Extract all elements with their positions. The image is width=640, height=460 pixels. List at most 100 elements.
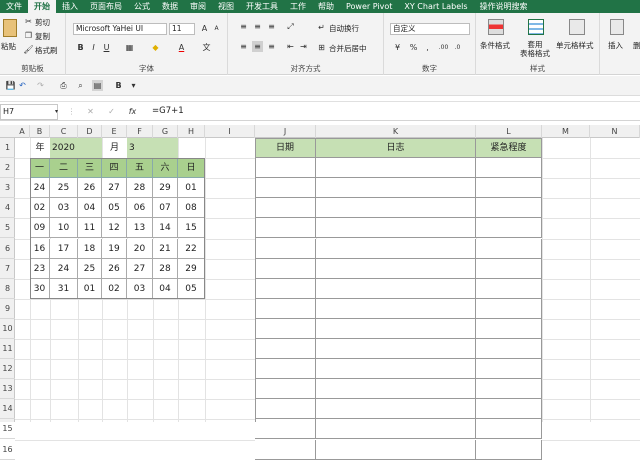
menu-tab-3[interactable]: 页面布局 xyxy=(84,0,128,13)
name-box-dropdown-icon[interactable]: ▾ xyxy=(51,106,62,117)
log-urgency-cell[interactable] xyxy=(476,339,542,360)
cut-button[interactable]: 剪切 xyxy=(35,17,50,28)
log-urgency-cell[interactable] xyxy=(476,318,542,339)
calendar-day[interactable]: 29 xyxy=(153,178,178,199)
bold-qat-button[interactable]: B xyxy=(113,80,124,91)
calendar-day[interactable]: 29 xyxy=(178,258,205,279)
calendar-day[interactable]: 09 xyxy=(30,218,50,239)
calendar-day[interactable]: 27 xyxy=(127,258,153,279)
log-date-header[interactable]: 日期 xyxy=(255,138,316,159)
log-date-cell[interactable] xyxy=(255,419,316,440)
column-header-H[interactable]: H xyxy=(178,125,205,138)
delete-cells-button[interactable]: 删 xyxy=(633,40,640,51)
column-header-J[interactable]: J xyxy=(255,125,316,138)
undo-icon[interactable]: ↶ xyxy=(17,80,28,91)
log-entry-cell[interactable] xyxy=(316,258,476,279)
calendar-day[interactable]: 21 xyxy=(153,238,178,259)
calendar-day[interactable]: 02 xyxy=(30,198,50,219)
menu-tab-7[interactable]: 视图 xyxy=(212,0,240,13)
log-urgency-cell[interactable] xyxy=(476,278,542,299)
calendar-day[interactable]: 13 xyxy=(127,218,153,239)
calendar-day[interactable]: 24 xyxy=(50,258,78,279)
log-urgency-cell[interactable] xyxy=(476,238,542,259)
align-left-icon[interactable]: ≡ xyxy=(238,41,249,52)
insert-cells-icon[interactable] xyxy=(610,19,624,35)
column-header-C[interactable]: C xyxy=(50,125,78,138)
log-date-cell[interactable] xyxy=(255,399,316,420)
weekday-header[interactable]: 三 xyxy=(78,158,102,179)
log-entry-cell[interactable] xyxy=(316,178,476,199)
menu-tab-13[interactable]: 操作说明搜索 xyxy=(474,0,534,13)
grow-font-icon[interactable]: A xyxy=(199,23,210,34)
calendar-day[interactable]: 23 xyxy=(30,258,50,279)
cell-styles-button[interactable]: 单元格样式 xyxy=(556,40,594,51)
menu-tab-11[interactable]: Power Pivot xyxy=(340,0,398,13)
print-preview-icon[interactable]: ⎙ xyxy=(58,80,69,91)
bold-button[interactable]: B xyxy=(75,42,86,53)
row-header-10[interactable]: 10 xyxy=(0,319,15,339)
merge-center-button[interactable]: 合并后居中 xyxy=(329,43,367,54)
format-painter-button[interactable]: 格式刷 xyxy=(35,45,58,56)
number-format-select[interactable]: 自定义 xyxy=(390,23,470,35)
calendar-day[interactable]: 08 xyxy=(178,198,205,219)
calendar-day[interactable]: 05 xyxy=(178,278,205,299)
log-entry-cell[interactable] xyxy=(316,218,476,239)
log-urgency-cell[interactable] xyxy=(476,178,542,199)
calendar-day[interactable]: 06 xyxy=(127,198,153,219)
formula-input[interactable]: =G7+1 xyxy=(152,106,184,116)
align-middle-icon[interactable]: ≡ xyxy=(252,21,263,32)
align-bottom-icon[interactable]: ≡ xyxy=(266,21,277,32)
column-header-B[interactable]: B xyxy=(30,125,50,138)
log-urgency-cell[interactable] xyxy=(476,258,542,279)
calendar-day[interactable]: 25 xyxy=(50,178,78,199)
row-header-15[interactable]: 15 xyxy=(0,419,15,440)
redo-icon[interactable]: ↷ xyxy=(35,80,46,91)
log-date-cell[interactable] xyxy=(255,318,316,339)
calendar-day[interactable]: 07 xyxy=(153,198,178,219)
calendar-day[interactable]: 20 xyxy=(127,238,153,259)
menu-tab-12[interactable]: XY Chart Labels xyxy=(398,0,473,13)
align-right-icon[interactable]: ≡ xyxy=(266,41,277,52)
menu-tab-4[interactable]: 公式 xyxy=(128,0,156,13)
calendar-day[interactable]: 14 xyxy=(153,218,178,239)
fill-color-icon[interactable]: ◆ xyxy=(150,42,161,53)
log-entry-header[interactable]: 日志 xyxy=(316,138,476,159)
row-header-13[interactable]: 13 xyxy=(0,379,15,400)
calendar-day[interactable]: 26 xyxy=(78,178,102,199)
log-urgency-cell[interactable] xyxy=(476,439,542,460)
calendar-day[interactable]: 25 xyxy=(78,258,102,279)
comma-style-icon[interactable]: , xyxy=(422,42,433,53)
year-label[interactable]: 年 xyxy=(30,138,50,158)
log-urgency-cell[interactable] xyxy=(476,399,542,420)
font-size-select[interactable]: 11 xyxy=(169,23,195,35)
orientation-icon[interactable]: ⤢ xyxy=(285,21,296,32)
insert-function-button[interactable]: fx xyxy=(127,106,138,117)
calendar-day[interactable]: 16 xyxy=(30,238,50,259)
font-name-select[interactable]: Microsoft YaHei UI xyxy=(73,23,167,35)
calendar-day[interactable]: 28 xyxy=(153,258,178,279)
copy-button[interactable]: 复制 xyxy=(35,31,50,42)
conditional-format-icon[interactable] xyxy=(488,19,504,35)
row-header-3[interactable]: 3 xyxy=(0,178,15,199)
menu-tab-5[interactable]: 数据 xyxy=(156,0,184,13)
border-icon[interactable]: ▦ xyxy=(124,42,135,53)
weekday-header[interactable]: 日 xyxy=(178,158,205,179)
weekday-header[interactable]: 二 xyxy=(50,158,78,179)
log-date-cell[interactable] xyxy=(255,379,316,400)
calendar-day[interactable]: 11 xyxy=(78,218,102,239)
paste-button[interactable]: 粘贴 xyxy=(1,41,16,52)
calendar-day[interactable]: 03 xyxy=(127,278,153,299)
calendar-day[interactable]: 22 xyxy=(178,238,205,259)
menu-tab-0[interactable]: 文件 xyxy=(0,0,28,13)
calendar-day[interactable]: 04 xyxy=(153,278,178,299)
calendar-day[interactable]: 15 xyxy=(178,218,205,239)
log-date-cell[interactable] xyxy=(255,359,316,380)
column-header-N[interactable]: N xyxy=(590,125,640,138)
log-date-cell[interactable] xyxy=(255,158,316,179)
indent-icon[interactable]: ⇤ xyxy=(285,41,296,52)
row-header-12[interactable]: 12 xyxy=(0,359,15,380)
log-urgency-cell[interactable] xyxy=(476,379,542,400)
calendar-day[interactable]: 01 xyxy=(78,278,102,299)
log-entry-cell[interactable] xyxy=(316,238,476,259)
log-date-cell[interactable] xyxy=(255,298,316,319)
